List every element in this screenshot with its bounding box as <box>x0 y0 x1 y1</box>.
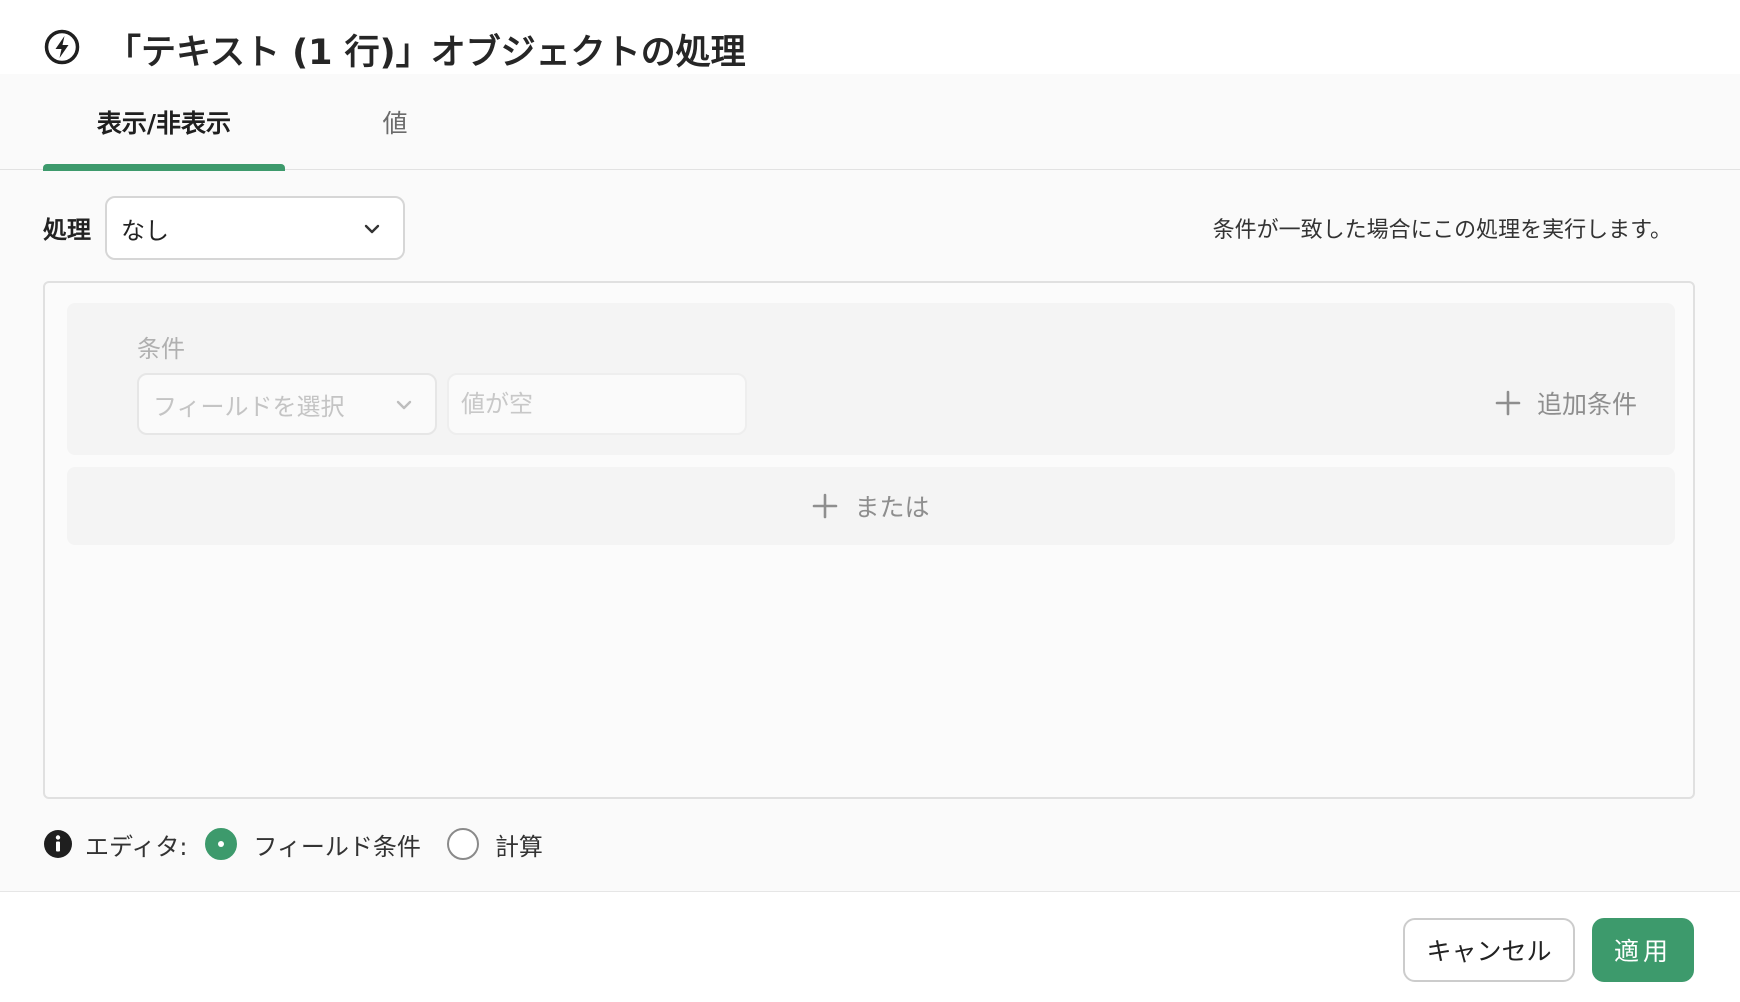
cancel-button[interactable]: キャンセル <box>1403 918 1575 982</box>
info-icon <box>44 830 72 858</box>
add-condition-label: 追加条件 <box>1536 390 1637 419</box>
tab-value[interactable]: 値 <box>330 74 460 170</box>
dialog-title: 「テキスト (1 行)」オブジェクトの処理 <box>106 33 746 73</box>
action-dropdown[interactable]: なし <box>105 196 405 260</box>
chevron-down-icon <box>396 400 412 410</box>
action-label: 処理 <box>43 216 91 244</box>
condition-label: 条件 <box>137 335 185 363</box>
or-label: または <box>854 493 930 522</box>
lightning-bolt-icon <box>44 29 80 65</box>
add-condition-button[interactable]: 追加条件 <box>1495 385 1637 421</box>
radio-calculation[interactable] <box>446 828 479 860</box>
radio-field-condition-label[interactable]: フィールド条件 <box>253 827 421 862</box>
radio-calculation-label[interactable]: 計算 <box>495 827 543 862</box>
value-input[interactable] <box>447 373 747 435</box>
dialog-header: 「テキスト (1 行)」オブジェクトの処理 <box>0 0 1740 74</box>
editor-mode-row: エディタ: フィールド条件 計算 <box>43 826 543 862</box>
tab-visibility[interactable]: 表示/非表示 <box>43 74 285 171</box>
tab-bar: 表示/非表示 値 <box>0 74 1740 171</box>
condition-panel: 条件 フィールドを選択 追加条件 または <box>43 281 1695 799</box>
plus-icon <box>813 493 838 519</box>
dialog-body: 表示/非表示 値 処理 なし 条件が一致した場合にこの処理を実行します。 条件 … <box>0 74 1740 891</box>
condition-group: 条件 フィールドを選択 追加条件 <box>67 303 1675 455</box>
field-dropdown-placeholder: フィールドを選択 <box>153 392 345 421</box>
editor-label: エディタ: <box>85 832 188 861</box>
field-dropdown[interactable]: フィールドを選択 <box>137 373 437 435</box>
radio-field-condition[interactable] <box>205 828 238 860</box>
chevron-down-icon <box>364 224 380 234</box>
add-or-group-button[interactable]: または <box>67 467 1675 545</box>
apply-button[interactable]: 適用 <box>1592 918 1694 982</box>
action-selected-value: なし <box>121 216 169 245</box>
dialog-footer: キャンセル 適用 <box>0 891 1740 1002</box>
action-hint: 条件が一致した場合にこの処理を実行します。 <box>1212 218 1672 243</box>
plus-icon <box>1495 390 1521 416</box>
